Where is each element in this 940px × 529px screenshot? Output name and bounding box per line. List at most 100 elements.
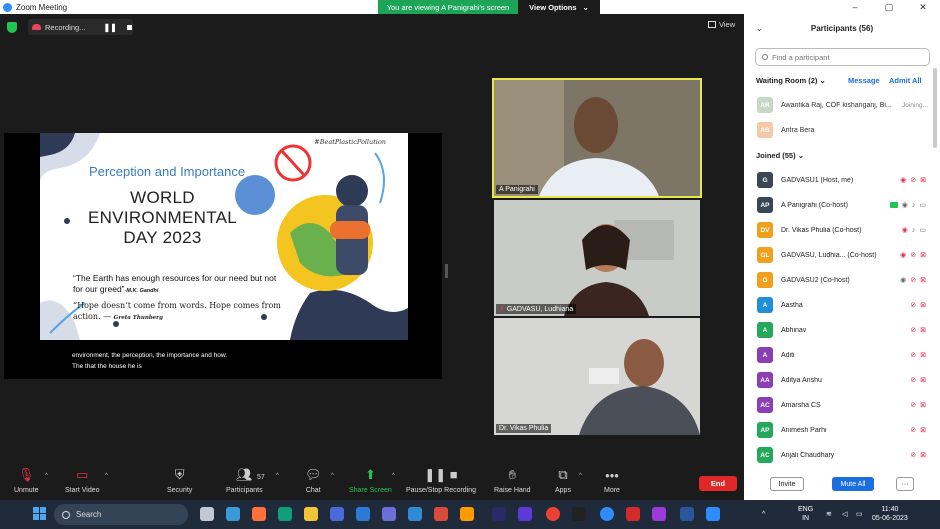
participant-name: Aditi xyxy=(781,351,795,359)
waiting-participant-row[interactable]: AR Awantika Raj, COF kishanganj, Bi... J… xyxy=(744,94,930,116)
teams-icon[interactable] xyxy=(518,507,532,521)
participant-row[interactable]: AC Anjali Chaudhary ⊘ ⊠ xyxy=(744,444,930,466)
panel-scrollbar[interactable] xyxy=(933,68,937,148)
invite-button[interactable]: Invite xyxy=(770,477,804,491)
video-off-icon: ⊠ xyxy=(920,252,926,259)
app-icon[interactable] xyxy=(356,507,370,521)
view-options-button[interactable]: View Options ⌄ xyxy=(518,0,600,14)
chat-button[interactable]: 💬︎ Chat xyxy=(305,466,322,494)
teams-icon[interactable] xyxy=(382,507,396,521)
video-off-icon: ⊠ xyxy=(920,402,926,409)
chrome-icon[interactable] xyxy=(546,507,560,521)
windows-start-icon[interactable] xyxy=(33,507,46,520)
unmute-label: Unmute xyxy=(14,487,39,494)
participant-name: Amarsha CS xyxy=(781,401,821,409)
language-indicator[interactable]: ENG IN xyxy=(798,505,813,523)
view-button[interactable]: View xyxy=(708,20,735,29)
photoshop-icon[interactable] xyxy=(492,507,506,521)
app-icon[interactable] xyxy=(434,507,448,521)
participant-row[interactable]: G GADVASU1 (Host, me) ◉ ⊘ ⊠ xyxy=(744,169,930,191)
waiting-room-header[interactable]: Waiting Room (2) ⌄ xyxy=(756,76,826,85)
search-icon xyxy=(762,54,768,60)
word-icon[interactable] xyxy=(680,507,694,521)
security-shield-icon[interactable] xyxy=(7,22,17,33)
unmute-button[interactable]: 🎙︎ Unmute xyxy=(14,466,39,494)
apps-button[interactable]: ⧉ Apps xyxy=(555,466,571,494)
app-icon[interactable] xyxy=(460,507,474,521)
store-icon[interactable] xyxy=(330,507,344,521)
share-screen-button[interactable]: ⬆ Share Screen xyxy=(349,466,392,494)
end-meeting-button[interactable]: End xyxy=(699,476,737,491)
clock-date: 05-06-2023 xyxy=(872,515,908,522)
pause-recording-icon[interactable]: ❚❚ xyxy=(103,23,116,32)
clock[interactable]: 11:40 05-06-2023 xyxy=(872,505,908,523)
joined-header[interactable]: Joined (55) ⌄ xyxy=(756,151,804,160)
taskbar-search-label: Search xyxy=(76,510,102,519)
shared-screen: #BeatPlasticPollution Perception and Imp… xyxy=(4,133,442,379)
participant-row[interactable]: DV Dr. Vikas Phulia (Co-host) ◉ ♪ ▭ xyxy=(744,219,930,241)
more-button[interactable]: ••• More xyxy=(604,466,620,495)
minimize-button[interactable]: – xyxy=(838,0,872,14)
video-frame xyxy=(494,318,700,435)
app-icon[interactable] xyxy=(408,507,422,521)
participant-row[interactable]: A Abhinav ⊘ ⊠ xyxy=(744,319,930,341)
admit-all-button[interactable]: Admit All xyxy=(889,76,922,85)
file-explorer-icon[interactable] xyxy=(200,507,214,521)
firefox-icon[interactable] xyxy=(252,507,266,521)
video-options-caret[interactable]: ^ xyxy=(105,473,108,479)
app-icon[interactable] xyxy=(652,507,666,521)
share-options-caret[interactable]: ^ xyxy=(392,473,395,479)
battery-icon[interactable]: ▭ xyxy=(856,510,863,519)
participant-name-label: ✗ GADVASU, Ludhiana xyxy=(496,304,577,314)
participant-row[interactable]: A Aastha ⊘ ⊠ xyxy=(744,294,930,316)
edge-icon[interactable] xyxy=(278,507,292,521)
shield-icon: ⛨ xyxy=(174,467,185,482)
video-tile-gadvasu-ludhiana[interactable]: ✗ GADVASU, Ludhiana xyxy=(494,200,700,316)
participant-row[interactable]: GL GADVASU, Ludhia... (Co-host) ◉ ⊘ ⊠ xyxy=(744,244,930,266)
chevron-down-icon: ⌄ xyxy=(819,76,826,85)
waiting-room-label: Waiting Room (2) xyxy=(756,76,818,85)
browser-icon[interactable] xyxy=(226,507,240,521)
splitter-handle[interactable] xyxy=(445,264,448,278)
chat-options-caret[interactable]: ^ xyxy=(331,473,334,479)
video-tile-vikas-phulia[interactable]: Dr. Vikas Phulia xyxy=(494,318,700,435)
participant-row[interactable]: AC Amarsha CS ⊘ ⊠ xyxy=(744,394,930,416)
audio-options-caret[interactable]: ^ xyxy=(45,473,48,479)
tray-overflow-icon[interactable]: ^ xyxy=(762,510,765,519)
mic-muted-icon: 🎙︎ xyxy=(18,467,35,482)
slide-subtitle: Perception and Importance xyxy=(89,164,246,179)
video-off-icon: ⊠ xyxy=(920,452,926,459)
pause-stop-recording-button[interactable]: ❚❚ ■ Pause/Stop Recording xyxy=(406,466,476,494)
video-tile-a-panigrahi[interactable]: A Panigrahi xyxy=(492,78,702,198)
terminal-icon[interactable] xyxy=(572,507,586,521)
taskbar-search[interactable]: Search xyxy=(54,504,188,525)
participant-search-input[interactable]: Find a participant xyxy=(755,48,930,66)
waiting-participant-row[interactable]: AB Aritra Bera xyxy=(744,119,930,141)
maximize-button[interactable]: ▢ xyxy=(872,0,906,14)
stop-recording-icon[interactable] xyxy=(126,24,132,30)
start-video-button[interactable]: ▭ Start Video xyxy=(65,466,100,494)
volume-icon[interactable]: ◁ xyxy=(842,510,847,519)
participant-row[interactable]: A Aditi ⊘ ⊠ xyxy=(744,344,930,366)
caption-line: The that the house he is xyxy=(72,363,142,370)
folder-icon[interactable] xyxy=(304,507,318,521)
more-options-button[interactable]: ··· xyxy=(896,477,914,491)
avatar: AP xyxy=(757,197,773,213)
mute-all-button[interactable]: Mute All xyxy=(832,477,874,491)
wifi-icon[interactable]: ≋ xyxy=(826,510,832,519)
raise-hand-button[interactable]: ✋︎ Raise Hand xyxy=(494,466,531,494)
zoom-active-icon[interactable] xyxy=(706,507,720,521)
apps-options-caret[interactable]: ^ xyxy=(579,473,582,479)
participants-options-caret[interactable]: ^ xyxy=(276,473,279,479)
waiting-room-message-button[interactable]: Message xyxy=(848,76,880,85)
security-button[interactable]: ⛨ Security xyxy=(167,466,192,494)
participant-row[interactable]: AP A Panigrahi (Co-host) ◉ ♪ ▭ xyxy=(744,194,930,216)
close-button[interactable]: ✕ xyxy=(906,0,940,14)
participant-row[interactable]: G GADVASU2 (Co-host) ◉ ⊘ ⊠ xyxy=(744,269,930,291)
acrobat-icon[interactable] xyxy=(626,507,640,521)
zoom-taskbar-icon[interactable] xyxy=(600,507,614,521)
view-button-label: View xyxy=(719,20,736,29)
participant-row[interactable]: AP Animesh Parhi ⊘ ⊠ xyxy=(744,419,930,441)
mic-muted-icon: ⊘ xyxy=(910,402,917,409)
participant-row[interactable]: AA Aditya Anshu ⊘ ⊠ xyxy=(744,369,930,391)
